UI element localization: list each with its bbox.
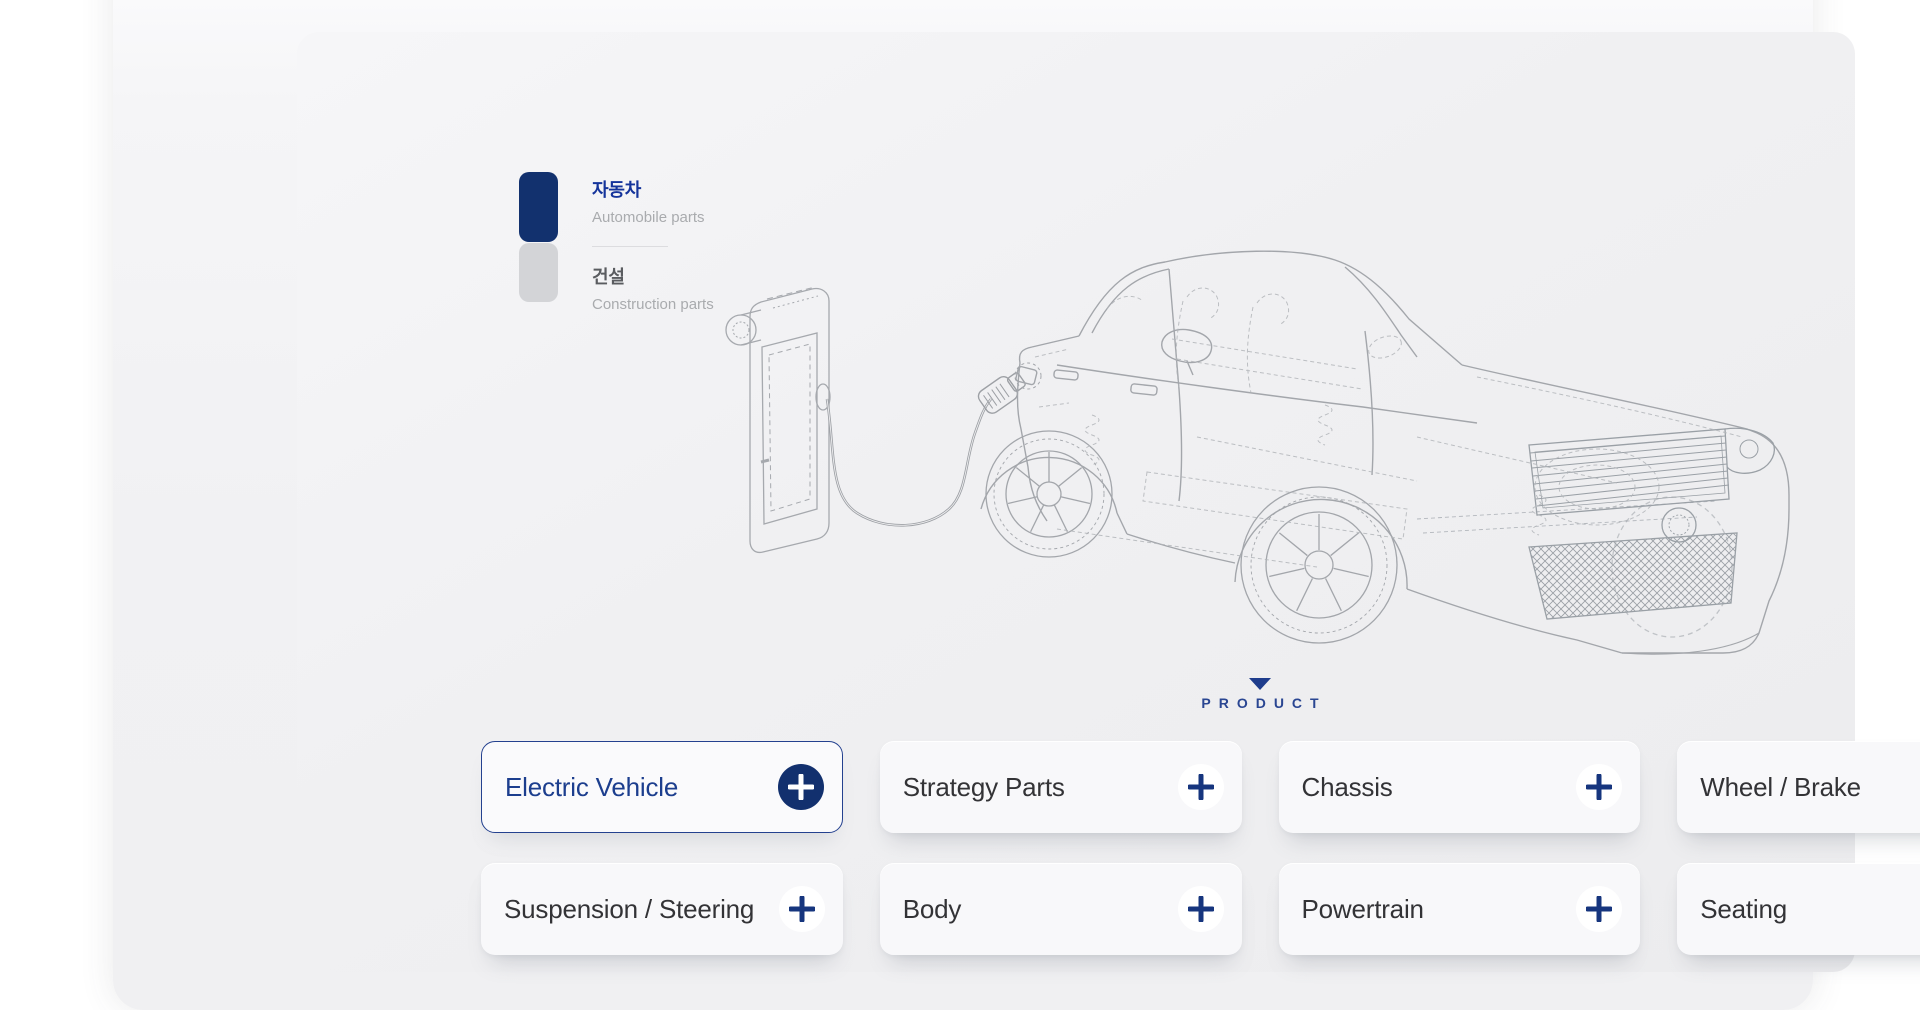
tab-title: 건설 — [592, 263, 714, 289]
tab-construction-parts[interactable]: 건설 Construction parts — [592, 263, 714, 313]
product-card[interactable]: Strategy Parts — [880, 741, 1242, 833]
tab-indicator-inactive-segment — [519, 243, 558, 302]
tab-subtitle: Construction parts — [592, 296, 714, 313]
product-card-label: Powertrain — [1302, 894, 1424, 925]
product-section-label: PRODUCT — [481, 695, 1920, 711]
plus-icon — [1178, 886, 1224, 932]
product-card-label: Seating — [1700, 894, 1787, 925]
tab-indicator-active-segment — [519, 172, 558, 242]
tab-subtitle: Automobile parts — [592, 209, 714, 226]
tab-indicator — [519, 172, 558, 313]
product-card[interactable]: Suspension / Steering — [481, 863, 843, 955]
plus-icon — [1178, 764, 1224, 810]
product-card-label: Suspension / Steering — [504, 894, 754, 925]
plus-icon — [778, 764, 824, 810]
product-card[interactable]: Body — [880, 863, 1242, 955]
product-panel: 자동차 Automobile parts 건설 Construction par… — [297, 32, 1855, 972]
engineering-details — [1035, 288, 1742, 567]
product-card-label: Body — [903, 894, 961, 925]
front-wheel — [1241, 487, 1397, 643]
rear-wheel — [986, 431, 1112, 557]
charging-station — [726, 287, 830, 552]
product-card[interactable]: Seating — [1677, 863, 1920, 955]
product-card-grid: Electric Vehicle Strategy Parts Chassis … — [481, 741, 1920, 955]
product-card-label: Wheel / Brake — [1700, 772, 1861, 803]
plus-icon — [779, 886, 825, 932]
charging-cable — [827, 399, 991, 525]
product-section-heading: PRODUCT — [481, 678, 1920, 711]
plus-icon — [1576, 764, 1622, 810]
tab-divider — [592, 246, 668, 247]
product-card[interactable]: Electric Vehicle — [481, 741, 843, 833]
product-card[interactable]: Chassis — [1279, 741, 1641, 833]
triangle-down-icon — [1249, 678, 1271, 690]
front-grille — [1417, 428, 1774, 637]
product-card-label: Chassis — [1302, 772, 1393, 803]
ev-charging-car-illustration — [717, 237, 1837, 677]
product-card[interactable]: Powertrain — [1279, 863, 1641, 955]
product-card-label: Strategy Parts — [903, 772, 1065, 803]
plus-icon — [1576, 886, 1622, 932]
product-card[interactable]: Wheel / Brake — [1677, 741, 1920, 833]
tab-automobile-parts[interactable]: 자동차 Automobile parts — [592, 176, 714, 226]
content-section: 고품질 패스너 제품을 첨단 스마트공장에서 생산하여 세계 최정상 기업들에 … — [113, 0, 1813, 1010]
category-tabs: 자동차 Automobile parts 건설 Construction par… — [519, 172, 714, 313]
product-card-label: Electric Vehicle — [505, 772, 678, 803]
tab-title: 자동차 — [592, 176, 714, 202]
